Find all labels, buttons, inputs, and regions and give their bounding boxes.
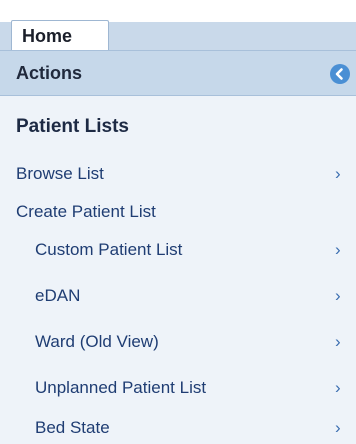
create-patient-list-label: Create Patient List bbox=[16, 202, 156, 221]
sidebar-item-ward-old-view[interactable]: Ward (Old View) › bbox=[0, 332, 356, 358]
sidebar-item-label: Bed State bbox=[35, 418, 110, 437]
browse-list-item[interactable]: Browse List › bbox=[0, 164, 356, 190]
sidebar-item-label: eDAN bbox=[35, 286, 81, 305]
chevron-right-icon: › bbox=[335, 332, 341, 351]
actions-title: Actions bbox=[16, 63, 83, 83]
chevron-right-icon: › bbox=[335, 418, 341, 437]
sidebar-item-unplanned-patient-list[interactable]: Unplanned Patient List › bbox=[0, 378, 356, 404]
sidebar-item-label: Ward (Old View) bbox=[35, 332, 159, 351]
actions-header[interactable]: Actions bbox=[0, 50, 356, 96]
chevron-right-icon: › bbox=[335, 286, 341, 305]
sidebar-item-edan[interactable]: eDAN › bbox=[0, 286, 356, 312]
chevron-left-circle-icon[interactable] bbox=[330, 64, 350, 84]
chevron-right-icon: › bbox=[335, 378, 341, 397]
chevron-right-icon: › bbox=[335, 164, 341, 183]
patient-lists-title: Patient Lists bbox=[16, 116, 129, 137]
patient-lists-panel: Patient Lists Browse List › Create Patie… bbox=[0, 96, 356, 444]
tab-bar: Home bbox=[0, 0, 356, 50]
sidebar-item-label: Unplanned Patient List bbox=[35, 378, 207, 397]
create-patient-list-item[interactable]: Create Patient List bbox=[0, 202, 356, 228]
tab-home[interactable]: Home bbox=[11, 20, 109, 50]
sidebar-item-custom-patient-list[interactable]: Custom Patient List › bbox=[0, 240, 356, 266]
chevron-right-icon: › bbox=[335, 240, 341, 259]
browse-list-label: Browse List bbox=[16, 164, 104, 183]
sidebar-item-bed-state[interactable]: Bed State › bbox=[0, 418, 356, 444]
sidebar-item-label: Custom Patient List bbox=[35, 240, 183, 259]
